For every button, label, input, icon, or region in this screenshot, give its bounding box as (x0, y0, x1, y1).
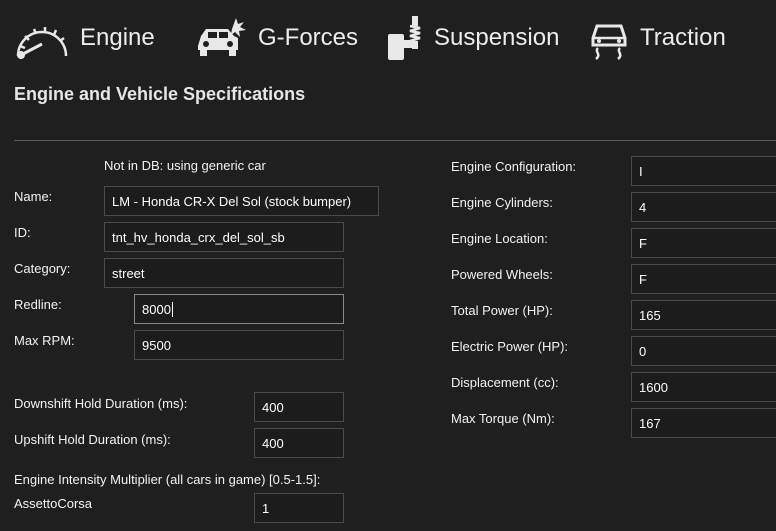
car-crash-icon (194, 16, 248, 60)
tab-suspension-label: Suspension (434, 24, 560, 51)
downshift-field[interactable]: 400 (254, 392, 344, 422)
max-torque-field[interactable]: 167 (631, 408, 776, 438)
suspension-icon (386, 14, 424, 62)
intensity-field[interactable]: 1 (254, 493, 344, 523)
tab-g-forces[interactable]: G-Forces (194, 12, 358, 64)
redline-label: Redline: (14, 297, 62, 312)
powered-wheels-label: Powered Wheels: (451, 267, 553, 282)
engine-location-label: Engine Location: (451, 231, 548, 246)
tab-engine[interactable]: Engine (12, 12, 155, 64)
tab-engine-label: Engine (80, 24, 155, 51)
redline-field[interactable]: 8000 (134, 294, 344, 324)
traction-skid-icon (588, 16, 630, 60)
game-label: AssettoCorsa (14, 496, 93, 511)
redline-value: 8000 (142, 301, 171, 317)
powered-wheels-field[interactable]: F (631, 264, 776, 294)
upshift-field[interactable]: 400 (254, 428, 344, 458)
name-field[interactable]: LM - Honda CR-X Del Sol (stock bumper) (104, 186, 379, 216)
divider (14, 140, 776, 141)
engine-cylinders-label: Engine Cylinders: (451, 195, 553, 210)
displacement-label: Displacement (cc): (451, 375, 559, 390)
tab-traction[interactable]: Traction (588, 12, 726, 64)
downshift-label: Downshift Hold Duration (ms): (14, 396, 188, 411)
total-power-label: Total Power (HP): (451, 303, 553, 318)
engine-location-field[interactable]: F (631, 228, 776, 258)
displacement-field[interactable]: 1600 (631, 372, 776, 402)
upshift-label: Upshift Hold Duration (ms): (14, 432, 171, 447)
generic-car-note: Not in DB: using generic car (104, 158, 266, 173)
max-torque-label: Max Torque (Nm): (451, 411, 555, 426)
engine-cylinders-field[interactable]: 4 (631, 192, 776, 222)
category-label: Category: (14, 261, 71, 276)
max-rpm-label: Max RPM: (14, 333, 75, 348)
name-label: Name: (14, 189, 53, 204)
total-power-field[interactable]: 165 (631, 300, 776, 330)
category-field[interactable]: street (104, 258, 344, 288)
engine-config-label: Engine Configuration: (451, 159, 577, 174)
max-rpm-field[interactable]: 9500 (134, 330, 344, 360)
tab-suspension[interactable]: Suspension (386, 12, 559, 64)
page-title: Engine and Vehicle Specifications (14, 84, 306, 104)
tab-g-forces-label: G-Forces (258, 24, 359, 51)
id-label: ID: (14, 225, 31, 240)
engine-config-field[interactable]: I (631, 156, 776, 186)
speedometer-icon (12, 16, 70, 60)
text-caret (171, 301, 173, 317)
tab-traction-label: Traction (640, 24, 726, 51)
id-field[interactable]: tnt_hv_honda_crx_del_sol_sb (104, 222, 344, 252)
electric-power-label: Electric Power (HP): (451, 339, 569, 354)
intensity-label: Engine Intensity Multiplier (all cars in… (14, 472, 321, 487)
electric-power-field[interactable]: 0 (631, 336, 776, 366)
